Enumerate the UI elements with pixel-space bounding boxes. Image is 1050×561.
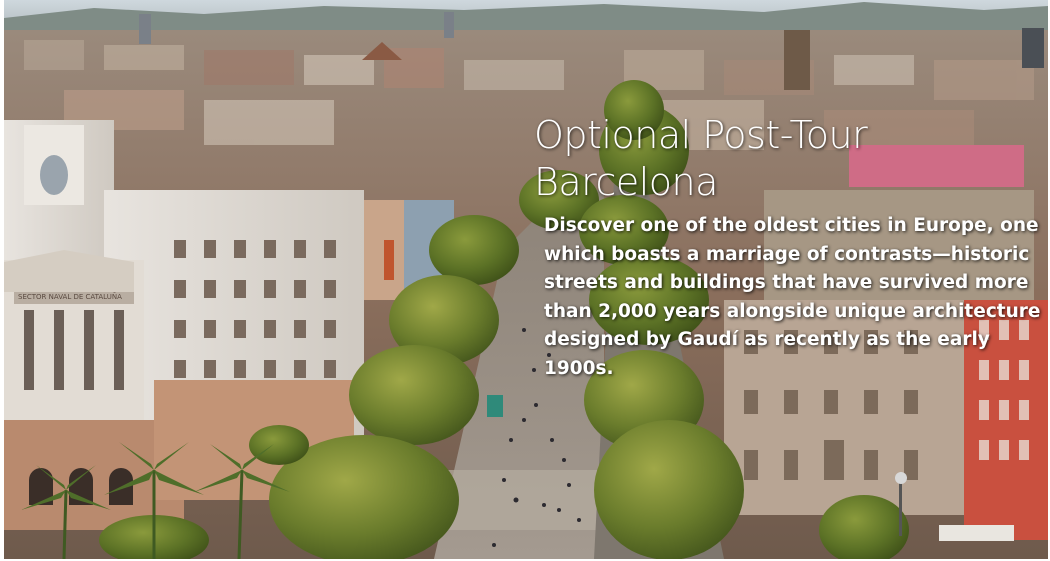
- hero-title-line2: Barcelona: [534, 160, 718, 204]
- hero-title-line1: Optional Post-Tour: [534, 113, 868, 157]
- building-sign: SECTOR NAVAL DE CATALUÑA: [18, 292, 122, 301]
- hero-description: Discover one of the oldest cities in Eur…: [544, 215, 1041, 379]
- hero-banner: SECTOR NAVAL DE CATALUÑA Optional Post-T…: [4, 0, 1048, 559]
- hero-text-overlay: Optional Post-Tour Barcelona Discover one…: [534, 112, 1040, 384]
- hero-title: Optional Post-Tour Barcelona: [534, 112, 1034, 206]
